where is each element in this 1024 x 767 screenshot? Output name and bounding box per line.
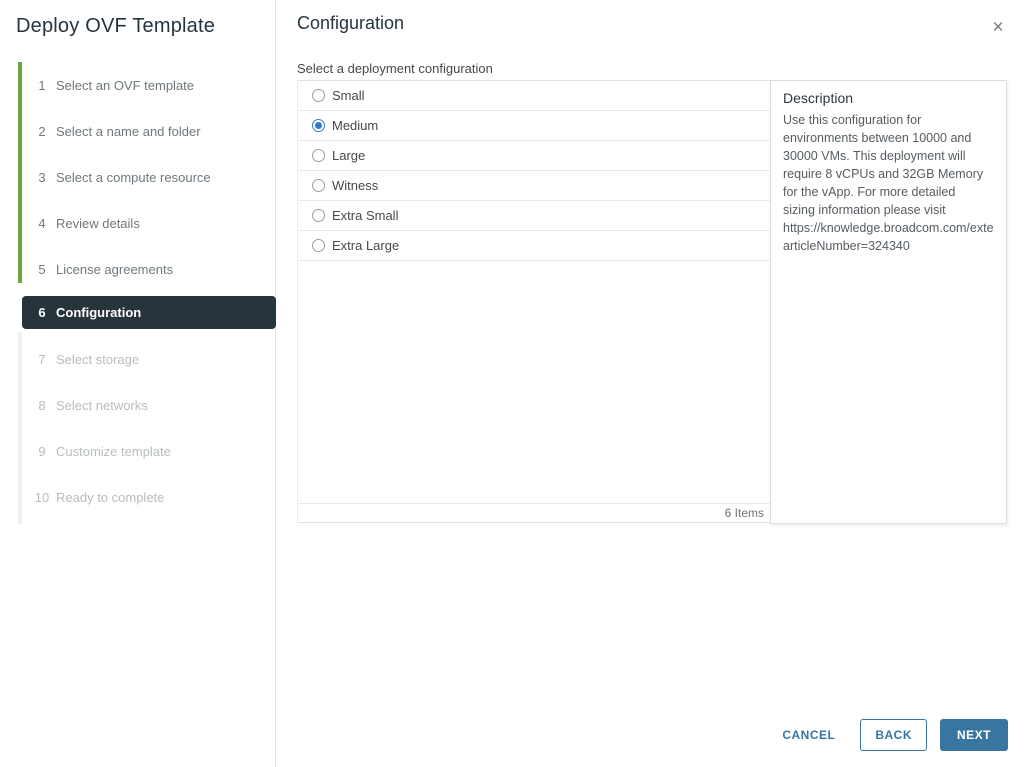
wizard-title: Deploy OVF Template [16,15,215,38]
option-row-extra-small[interactable]: Extra Small [298,201,770,231]
description-url-line: https://knowledge.broadcom.com/extern [783,219,994,237]
sidebar-step-review-details: 4 Review details [34,215,140,231]
step-label: Select a name and folder [56,124,201,139]
step-number: 1 [34,78,50,93]
sidebar-step-license-agreements: 5 License agreements [34,261,173,277]
option-row-small[interactable]: Small [298,81,770,111]
step-label: Configuration [56,305,141,320]
step-label: Select an OVF template [56,78,194,93]
radio-extra-large[interactable] [312,239,325,252]
cancel-button[interactable]: CANCEL [782,728,835,742]
back-button[interactable]: BACK [860,719,927,751]
option-label: Extra Small [332,208,398,223]
close-icon[interactable]: × [986,16,1010,40]
option-label: Extra Large [332,238,399,253]
description-line: articleNumber=324340 [783,237,994,255]
sidebar-step-select-ovf-template: 1 Select an OVF template [34,77,194,93]
step-number: 4 [34,216,50,231]
option-row-witness[interactable]: Witness [298,171,770,201]
option-label: Witness [332,178,378,193]
radio-witness[interactable] [312,179,325,192]
step-label: Ready to complete [56,490,164,505]
radio-large[interactable] [312,149,325,162]
option-label: Medium [332,118,378,133]
progress-bar-remaining [18,332,22,524]
description-line: 30000 VMs. This deployment will [783,147,994,165]
wizard-sidebar: Deploy OVF Template 1 Select an OVF temp… [0,0,276,767]
description-line: require 8 vCPUs and 32GB Memory [783,165,994,183]
sidebar-step-select-networks: 8 Select networks [34,397,148,413]
option-row-large[interactable]: Large [298,141,770,171]
step-label: Select storage [56,352,139,367]
description-title: Description [783,90,994,106]
configuration-options-grid: Small Medium Large Witness Extra Small E… [297,80,770,523]
option-row-medium[interactable]: Medium [298,111,770,141]
description-line: Use this configuration for [783,111,994,129]
radio-small[interactable] [312,89,325,102]
sidebar-step-select-storage: 7 Select storage [34,351,139,367]
step-label: Select a compute resource [56,170,211,185]
deployment-configuration-label: Select a deployment configuration [297,61,493,76]
next-button[interactable]: NEXT [940,719,1008,751]
description-line: for the vApp. For more detailed [783,183,994,201]
step-label: Select networks [56,398,148,413]
step-number: 10 [34,490,50,505]
description-line: sizing information please visit [783,201,994,219]
step-number: 7 [34,352,50,367]
step-number: 2 [34,124,50,139]
step-number: 6 [34,305,50,320]
option-row-extra-large[interactable]: Extra Large [298,231,770,261]
sidebar-step-configuration-active: 6 Configuration [22,296,276,329]
page-title: Configuration [297,13,404,34]
sidebar-step-ready-to-complete: 10 Ready to complete [34,489,164,505]
description-panel: Description Use this configuration for e… [770,80,1007,524]
radio-medium-selected[interactable] [312,119,325,132]
description-line: environments between 10000 and [783,129,994,147]
sidebar-step-select-compute-resource: 3 Select a compute resource [34,169,211,185]
radio-extra-small[interactable] [312,209,325,222]
step-number: 3 [34,170,50,185]
step-label: Customize template [56,444,171,459]
step-number: 8 [34,398,50,413]
grid-items-count: 6 Items [298,503,770,522]
progress-bar-completed [18,62,22,283]
step-label: Review details [56,216,140,231]
step-label: License agreements [56,262,173,277]
sidebar-step-customize-template: 9 Customize template [34,443,171,459]
option-label: Large [332,148,365,163]
step-number: 5 [34,262,50,277]
step-number: 9 [34,444,50,459]
option-label: Small [332,88,365,103]
sidebar-step-select-name-folder: 2 Select a name and folder [34,123,201,139]
wizard-footer: CANCEL BACK NEXT [782,719,1008,751]
